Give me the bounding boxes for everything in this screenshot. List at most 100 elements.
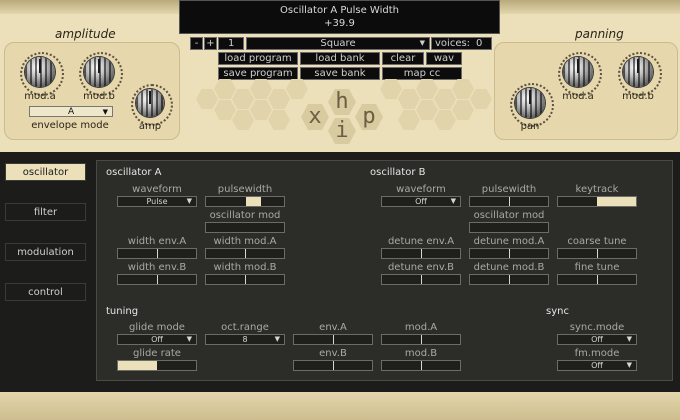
save-bank-button[interactable]: save bank: [300, 67, 380, 80]
parameter-display: Oscillator A Pulse Width +39.9: [179, 0, 500, 34]
fine-tune-slider[interactable]: [557, 274, 637, 285]
map-cc-button[interactable]: map cc: [382, 67, 462, 80]
osc-a-title: oscillator A: [106, 167, 162, 178]
osc-a-oscillator-mod-slider[interactable]: [205, 222, 285, 233]
osc-a-waveform-dropdown[interactable]: Pulse ▼: [117, 196, 197, 207]
slider-center-tick: [245, 249, 246, 258]
sync-mode-label: sync.mode: [569, 322, 625, 333]
decor-hex: [232, 110, 254, 130]
slider-fill: [118, 361, 157, 370]
tuning-mod-b-slider[interactable]: [381, 360, 461, 371]
pan-mod-b-knob[interactable]: [623, 57, 653, 87]
glide-rate-slider[interactable]: [117, 360, 197, 371]
amp-mod-a-knob[interactable]: [25, 57, 55, 87]
tab-control[interactable]: control: [5, 283, 86, 301]
decor-hex: [452, 79, 474, 99]
pan-mod-a-knob[interactable]: [563, 57, 593, 87]
glide-rate-label: glide rate: [133, 348, 181, 359]
osc-a-waveform-value: Pulse: [146, 197, 168, 206]
pan-knob[interactable]: [515, 88, 545, 118]
tuning-mod-a-slider[interactable]: [381, 334, 461, 345]
osc-b-oscillator-mod-slider[interactable]: [469, 222, 549, 233]
keytrack-label: keytrack: [575, 184, 619, 195]
parameter-value: +39.9: [324, 18, 355, 29]
logo-letter-i: i: [328, 118, 356, 144]
coarse-tune-label: coarse tune: [567, 236, 627, 247]
save-program-button[interactable]: save program: [218, 67, 298, 80]
tab-oscillator[interactable]: oscillator: [5, 163, 86, 181]
pan-mod-b-label: mod.b: [622, 91, 654, 102]
width-env-a-slider[interactable]: [117, 248, 197, 259]
osc-b-pulsewidth-slider[interactable]: [469, 196, 549, 207]
tuning-env-a-slider[interactable]: [293, 334, 373, 345]
clear-button[interactable]: clear: [382, 52, 424, 65]
osc-b-oscillator-mod-label: oscillator mod: [473, 210, 545, 221]
chevron-down-icon: ▼: [626, 361, 632, 369]
slider-center-tick: [245, 275, 246, 284]
detune-env-a-slider[interactable]: [381, 248, 461, 259]
width-mod-a-slider[interactable]: [205, 248, 285, 259]
load-bank-button[interactable]: load bank: [300, 52, 380, 65]
sync-mode-dropdown[interactable]: Off ▼: [557, 334, 637, 345]
decor-hex: [398, 110, 420, 130]
decor-hex: [196, 89, 218, 109]
logo-letter-p: p: [355, 104, 383, 130]
slider-center-tick: [509, 275, 510, 284]
osc-a-oscillator-mod-label: oscillator mod: [209, 210, 281, 221]
amplitude-title: amplitude: [55, 27, 116, 41]
decor-hex: [214, 100, 236, 120]
decor-hex: [286, 79, 308, 99]
oct-range-value: 8: [242, 335, 248, 344]
width-mod-a-label: width mod.A: [213, 236, 277, 247]
fm-mode-dropdown[interactable]: Off ▼: [557, 360, 637, 371]
fine-tune-label: fine tune: [574, 262, 620, 273]
program-name-dropdown[interactable]: Square ▼: [246, 37, 430, 50]
glide-mode-dropdown[interactable]: Off ▼: [117, 334, 197, 345]
osc-a-waveform-label: waveform: [132, 184, 182, 195]
tuning-env-b-slider[interactable]: [293, 360, 373, 371]
voices-readout: voices: 0: [431, 37, 492, 50]
decor-hex: [232, 89, 254, 109]
envelope-mode-value: A: [68, 107, 75, 117]
detune-mod-b-slider[interactable]: [469, 274, 549, 285]
amp-knob[interactable]: [136, 89, 164, 117]
fm-mode-value: Off: [591, 361, 603, 370]
chevron-down-icon: ▼: [186, 197, 192, 205]
fm-mode-label: fm.mode: [574, 348, 620, 359]
wav-button[interactable]: wav: [426, 52, 462, 65]
load-program-button[interactable]: load program: [218, 52, 298, 65]
slider-center-tick: [421, 249, 422, 258]
slider-center-tick: [157, 275, 158, 284]
panning-title: panning: [575, 27, 624, 41]
program-number[interactable]: 1: [218, 37, 244, 50]
tab-filter[interactable]: filter: [5, 203, 86, 221]
width-mod-b-slider[interactable]: [205, 274, 285, 285]
keytrack-slider[interactable]: [557, 196, 637, 207]
width-mod-b-label: width mod.B: [213, 262, 277, 273]
slider-fill: [597, 197, 636, 206]
slider-center-tick: [421, 361, 422, 370]
program-next-button[interactable]: +: [204, 37, 217, 50]
decor-hex: [434, 110, 456, 130]
decor-hex: [470, 89, 492, 109]
width-env-b-label: width env.B: [127, 262, 187, 273]
osc-a-pulsewidth-slider[interactable]: [205, 196, 285, 207]
tuning-mod-a-label: mod.A: [404, 322, 438, 333]
osc-b-waveform-dropdown[interactable]: Off ▼: [381, 196, 461, 207]
program-prev-button[interactable]: -: [190, 37, 203, 50]
slider-center-tick: [509, 249, 510, 258]
detune-mod-a-label: detune mod.A: [473, 236, 545, 247]
oct-range-dropdown[interactable]: 8 ▼: [205, 334, 285, 345]
detune-env-b-slider[interactable]: [381, 274, 461, 285]
width-env-b-slider[interactable]: [117, 274, 197, 285]
chevron-down-icon: ▼: [626, 335, 632, 343]
envelope-mode-dropdown[interactable]: A ▼: [29, 106, 113, 117]
detune-mod-a-slider[interactable]: [469, 248, 549, 259]
oct-range-label: oct.range: [221, 322, 269, 333]
tab-modulation[interactable]: modulation: [5, 243, 86, 261]
coarse-tune-slider[interactable]: [557, 248, 637, 259]
slider-center-tick: [597, 275, 598, 284]
program-name: Square: [320, 38, 356, 49]
amp-mod-b-knob[interactable]: [84, 57, 114, 87]
decor-hex: [434, 89, 456, 109]
